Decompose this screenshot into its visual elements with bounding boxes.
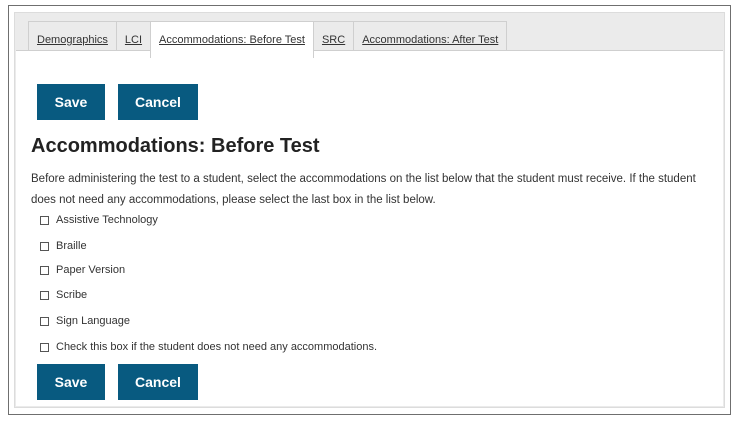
option-label: Braille xyxy=(56,240,87,252)
checkbox[interactable] xyxy=(40,215,49,225)
option-no-accommodations: Check this box if the student does not n… xyxy=(40,341,377,353)
tab-content: Save Cancel Accommodations: Before Test … xyxy=(16,50,723,406)
option-braille: Braille xyxy=(40,240,87,252)
save-button-bottom[interactable]: Save xyxy=(37,364,105,400)
page-title: Accommodations: Before Test xyxy=(31,135,320,157)
checkbox[interactable] xyxy=(40,342,49,352)
cancel-button-bottom[interactable]: Cancel xyxy=(118,364,198,400)
checkbox[interactable] xyxy=(40,265,49,275)
instructions-text: Before administering the test to a stude… xyxy=(31,173,696,206)
form-panel: Demographics LCI Accommodations: Before … xyxy=(14,12,725,408)
option-label: Sign Language xyxy=(56,315,131,327)
option-label: Paper Version xyxy=(56,264,126,276)
screenshot-frame: Demographics LCI Accommodations: Before … xyxy=(8,5,731,415)
option-label: Assistive Technology xyxy=(56,214,158,226)
save-button-top[interactable]: Save xyxy=(37,84,105,120)
option-label: Check this box if the student does not n… xyxy=(56,341,378,353)
option-label: Scribe xyxy=(56,289,88,301)
option-sign-language: Sign Language xyxy=(40,315,130,327)
checkbox[interactable] xyxy=(40,290,49,300)
tab-accommodations-before-test[interactable]: Accommodations: Before Test xyxy=(150,21,314,58)
option-scribe: Scribe xyxy=(40,289,87,301)
checkbox[interactable] xyxy=(40,316,49,326)
cancel-button-top[interactable]: Cancel xyxy=(118,84,198,120)
checkbox[interactable] xyxy=(40,241,49,251)
option-assistive-technology: Assistive Technology xyxy=(40,214,158,226)
option-paper-version: Paper Version xyxy=(40,264,125,276)
